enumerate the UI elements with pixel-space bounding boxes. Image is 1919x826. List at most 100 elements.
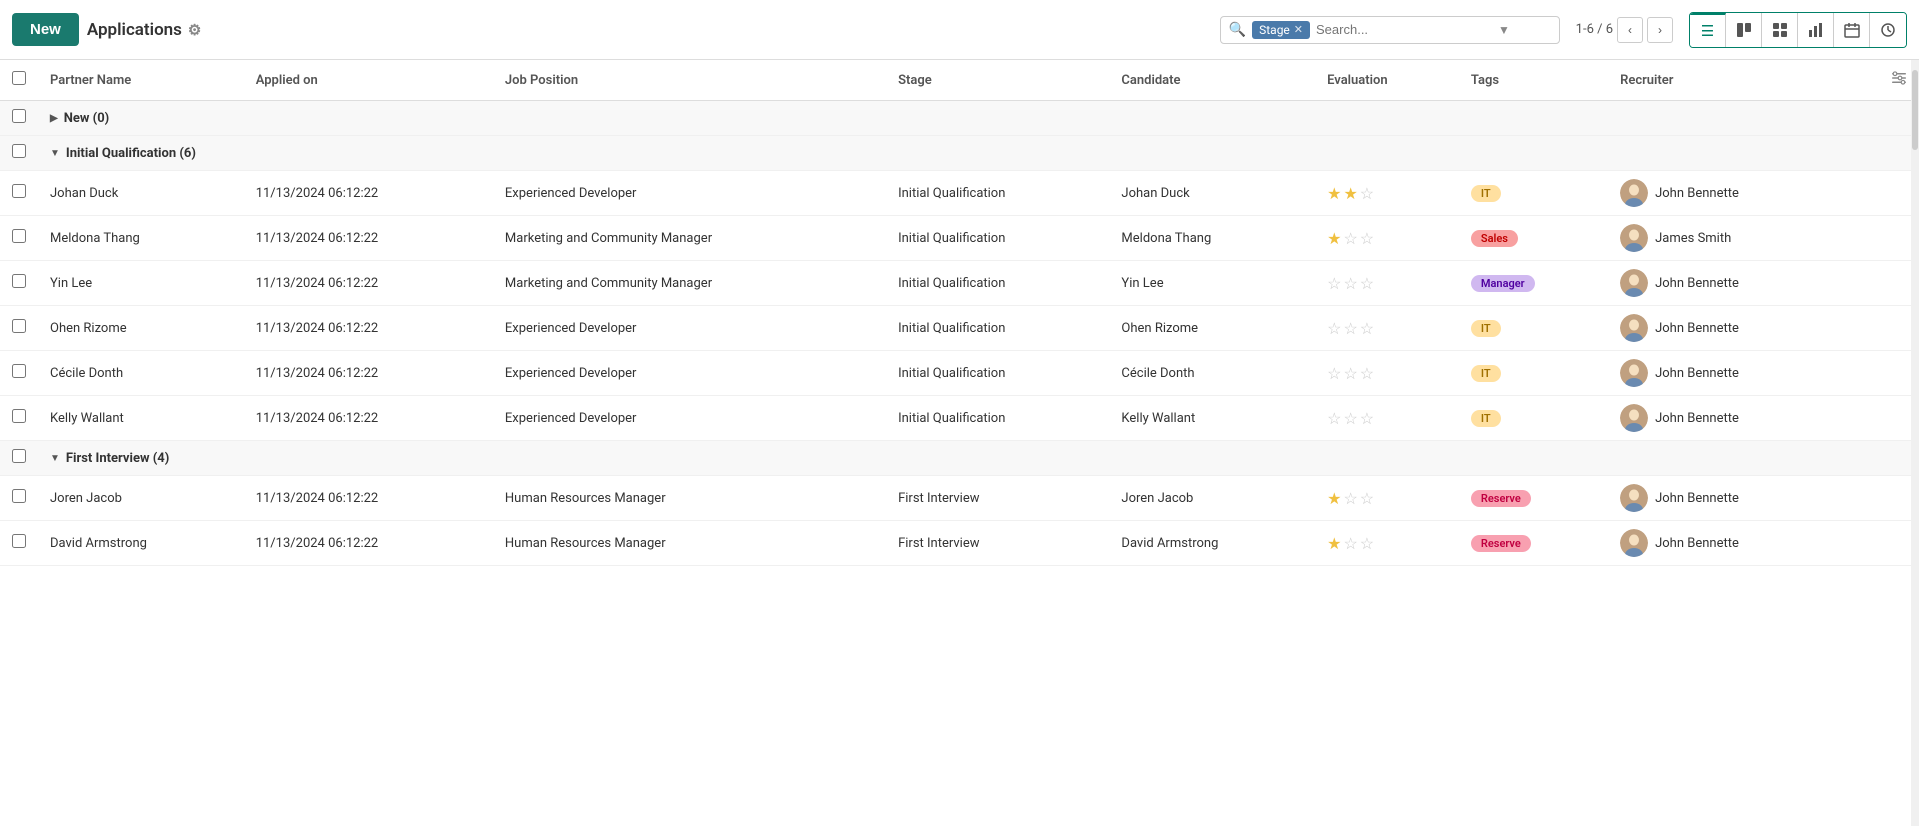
star-1[interactable]: ☆: [1327, 274, 1341, 293]
row-checkbox[interactable]: [12, 184, 26, 198]
next-page-button[interactable]: ›: [1647, 17, 1673, 43]
row-actions-cell: [1851, 476, 1919, 521]
tag-badge[interactable]: Reserve: [1471, 490, 1531, 507]
job-position-cell: Experienced Developer: [493, 306, 886, 351]
tags-cell: Reserve: [1459, 521, 1608, 566]
prev-page-button[interactable]: ‹: [1617, 17, 1643, 43]
col-tags[interactable]: Tags: [1459, 60, 1608, 101]
group-checkbox[interactable]: [12, 449, 26, 463]
col-job-position[interactable]: Job Position: [493, 60, 886, 101]
list-view-button[interactable]: ☰: [1690, 13, 1726, 47]
star-3[interactable]: ☆: [1360, 364, 1374, 383]
pagination-text: 1-6 / 6: [1576, 22, 1613, 37]
star-2[interactable]: ☆: [1343, 364, 1357, 383]
group-checkbox[interactable]: [12, 109, 26, 123]
group-checkbox-cell: [0, 101, 38, 136]
tag-badge[interactable]: Manager: [1471, 275, 1535, 292]
star-2[interactable]: ★: [1343, 184, 1357, 203]
tag-badge[interactable]: Sales: [1471, 230, 1518, 247]
tags-cell: Reserve: [1459, 476, 1608, 521]
group-toggle-icon[interactable]: ▼: [50, 148, 60, 159]
row-checkbox[interactable]: [12, 409, 26, 423]
col-evaluation[interactable]: Evaluation: [1315, 60, 1459, 101]
star-1[interactable]: ☆: [1327, 364, 1341, 383]
star-1[interactable]: ★: [1327, 534, 1341, 553]
tag-badge[interactable]: IT: [1471, 320, 1501, 337]
group-toggle-icon[interactable]: ▼: [50, 453, 60, 464]
row-checkbox[interactable]: [12, 229, 26, 243]
star-1[interactable]: ★: [1327, 489, 1341, 508]
recruiter-name: John Bennette: [1655, 186, 1739, 201]
col-applied-on[interactable]: Applied on: [244, 60, 493, 101]
gear-icon[interactable]: ⚙: [188, 21, 201, 39]
group-label[interactable]: ▼ First Interview (4): [50, 451, 1907, 466]
group-toggle-icon[interactable]: ▶: [50, 113, 58, 124]
col-candidate[interactable]: Candidate: [1109, 60, 1315, 101]
star-3[interactable]: ☆: [1360, 409, 1374, 428]
group-label[interactable]: ▼ Initial Qualification (6): [50, 146, 1907, 161]
star-2[interactable]: ☆: [1343, 274, 1357, 293]
tag-badge[interactable]: IT: [1471, 410, 1501, 427]
star-1[interactable]: ☆: [1327, 319, 1341, 338]
activity-view-button[interactable]: [1870, 13, 1906, 47]
app-title: Applications ⚙: [87, 20, 202, 40]
star-2[interactable]: ☆: [1343, 319, 1357, 338]
scrollbar[interactable]: [1911, 60, 1919, 826]
row-checkbox[interactable]: [12, 489, 26, 503]
star-1[interactable]: ☆: [1327, 409, 1341, 428]
job-position-cell: Marketing and Community Manager: [493, 261, 886, 306]
star-3[interactable]: ☆: [1360, 229, 1374, 248]
new-button[interactable]: New: [12, 13, 79, 46]
kanban-view-button[interactable]: [1726, 13, 1762, 47]
star-2[interactable]: ☆: [1343, 409, 1357, 428]
row-actions-cell: [1851, 521, 1919, 566]
stage-cell: Initial Qualification: [886, 171, 1109, 216]
recruiter-name: John Bennette: [1655, 491, 1739, 506]
tag-badge[interactable]: IT: [1471, 365, 1501, 382]
group-checkbox-cell: [0, 136, 38, 171]
tag-badge[interactable]: IT: [1471, 185, 1501, 202]
select-all-checkbox[interactable]: [12, 71, 26, 85]
chart-view-button[interactable]: [1798, 13, 1834, 47]
star-3[interactable]: ☆: [1360, 319, 1374, 338]
star-1[interactable]: ★: [1327, 229, 1341, 248]
stage-filter-close[interactable]: ✕: [1294, 23, 1303, 36]
star-3[interactable]: ☆: [1360, 274, 1374, 293]
row-checkbox[interactable]: [12, 319, 26, 333]
col-stage[interactable]: Stage: [886, 60, 1109, 101]
candidate-cell: Joren Jacob: [1109, 476, 1315, 521]
scroll-thumb[interactable]: [1912, 70, 1918, 150]
group-label[interactable]: ▶ New (0): [50, 111, 1907, 126]
search-icon: 🔍: [1229, 22, 1246, 38]
col-settings[interactable]: [1851, 60, 1919, 101]
calendar-view-button[interactable]: [1834, 13, 1870, 47]
row-checkbox[interactable]: [12, 534, 26, 548]
search-dropdown-icon[interactable]: ▼: [1498, 23, 1510, 37]
job-position-cell: Experienced Developer: [493, 351, 886, 396]
stage-filter-tag[interactable]: Stage ✕: [1252, 21, 1310, 39]
partner-name-cell: Johan Duck: [38, 171, 244, 216]
row-checkbox[interactable]: [12, 274, 26, 288]
star-3[interactable]: ☆: [1360, 489, 1374, 508]
star-2[interactable]: ☆: [1343, 489, 1357, 508]
col-recruiter[interactable]: Recruiter: [1608, 60, 1851, 101]
star-1[interactable]: ★: [1327, 184, 1341, 203]
row-checkbox-cell: [0, 171, 38, 216]
recruiter-cell: John Bennette: [1608, 306, 1851, 351]
star-2[interactable]: ☆: [1343, 534, 1357, 553]
row-actions-cell: [1851, 261, 1919, 306]
recruiter-name: John Bennette: [1655, 276, 1739, 291]
search-input[interactable]: [1316, 22, 1492, 37]
tag-badge[interactable]: Reserve: [1471, 535, 1531, 552]
star-3[interactable]: ☆: [1360, 534, 1374, 553]
applications-table-container: Partner Name Applied on Job Position Sta…: [0, 60, 1919, 566]
select-all-header[interactable]: [0, 60, 38, 101]
grid-view-button[interactable]: [1762, 13, 1798, 47]
col-partner-name[interactable]: Partner Name: [38, 60, 244, 101]
group-checkbox[interactable]: [12, 144, 26, 158]
row-checkbox[interactable]: [12, 364, 26, 378]
stars-container: ☆☆☆: [1327, 319, 1447, 338]
star-2[interactable]: ☆: [1343, 229, 1357, 248]
candidate-cell: David Armstrong: [1109, 521, 1315, 566]
star-3[interactable]: ☆: [1360, 184, 1374, 203]
